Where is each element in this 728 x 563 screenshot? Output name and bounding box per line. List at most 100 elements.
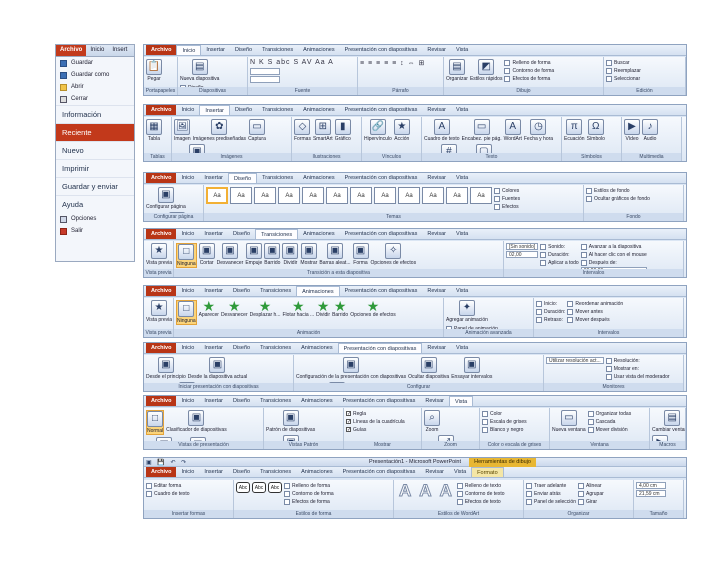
tab-transiciones[interactable]: Transiciones [255,343,296,353]
tab-vista[interactable]: Vista [451,173,473,183]
input-intervalos-0[interactable]: [Sin sonido] [506,243,539,250]
button-al-hacer-clic-con-el-mouse[interactable]: Al hacer clic con el mouse [580,251,647,258]
input-tamano-1[interactable]: 21,59 cm [636,490,666,497]
button-formas[interactable]: ◇ Formas [294,119,311,142]
button-panel-de-seleccion[interactable]: Panel de selección [526,498,576,505]
button-clasificador-de-diapositivas[interactable]: ▣ Clasificador de diapositivas [166,410,227,435]
button-desvanecer[interactable]: ▣ Desvanecer [217,243,243,268]
button-configurar-pagina[interactable]: ▣ Configurar página [146,187,186,210]
button-cortar[interactable]: ▣ Cortar [198,243,215,268]
tab-animaciones[interactable]: Animaciones [298,173,340,183]
checkbox-lineas-de-la-cuadricula[interactable]: ✓ Líneas de la cuadrícula [346,418,405,425]
button-relleno-de-forma[interactable]: Relleno de forma [504,59,554,66]
button-buscar[interactable]: Buscar [606,59,641,66]
button-colores[interactable]: Colores [494,187,520,194]
tab-animaciones[interactable]: Animaciones [296,396,338,406]
button-opciones-de-efectos[interactable]: ✧ Opciones de efectos [371,243,416,268]
button-desde-el-principio[interactable]: ▣ Desde el principio [146,357,186,380]
tab-vista[interactable]: Vista [449,396,474,406]
wordart-preset[interactable]: A [416,481,434,505]
format-glyph-row[interactable]: ≡ ≡ ≡ ≡ ≡ ↕ ⇔ ⊞ [360,59,425,67]
button-avanzar-a-la-diapositiva[interactable]: Avanzar a la diapositiva [580,243,647,250]
tab-revisar[interactable]: Revisar [422,229,451,239]
tab-revisar[interactable]: Revisar [420,467,449,477]
button-escala-de-grises[interactable]: Escala de grises [482,418,527,425]
button-aplicar-a-todo[interactable]: Aplicar a todo [540,259,579,266]
button-cambiar-ventanas[interactable]: ▤Cambiar ventanas [652,410,685,433]
button-efectos-de-forma[interactable]: Efectos de forma [504,75,554,82]
button-barrido[interactable]: ★ Barrido [332,299,348,325]
shape-style-preset[interactable]: Abc [268,482,282,493]
checkbox-guias[interactable]: ✓ Guías [346,426,405,433]
button-desplazar-h[interactable]: ★ Desplazar h... [250,299,281,325]
button-imagenes-predisenadas[interactable]: ✿ Imágenes prediseñadas [193,119,246,142]
backstage-section-informacion[interactable]: Información [56,105,134,123]
backstage-cmd-guardar[interactable]: Guardar [56,57,134,69]
wordart-preset[interactable]: A [396,481,414,505]
tab-insertar[interactable]: Insertar [199,286,228,296]
input-fuente-0[interactable] [250,68,280,75]
button-duracion[interactable]: Duración: [536,308,565,315]
button-fecha-y-hora[interactable]: ◷ Fecha y hora [524,119,553,142]
tab-inicio[interactable]: Inicio [176,173,199,183]
button-simbolo[interactable]: Ω Símbolo [587,119,605,142]
button-vista-previa[interactable]: ★ Vista previa [146,300,172,323]
button-empuje[interactable]: ▣ Empuje [245,243,262,268]
button-opciones-de-efectos[interactable]: ★ Opciones de efectos [350,299,396,325]
tab-transiciones[interactable]: Transiciones [255,229,299,239]
button-contorno-de-texto[interactable]: Contorno de texto [456,490,505,497]
button-ninguna[interactable]: □ Ninguna [176,300,197,325]
input-monitores-0[interactable]: Utilizar resolución act... [546,357,604,364]
quick-access-toolbar[interactable]: ▣ 💾 ↶ ↷ [146,459,188,466]
button-ensayar-intervalos[interactable]: ▣ Ensayar intervalos [451,357,492,380]
tab-revisar[interactable]: Revisar [422,343,451,353]
backstage-cmd-salir[interactable]: Salir [56,225,134,237]
button-duracion[interactable]: Duración: [540,251,579,258]
tab-transiciones[interactable]: Transiciones [257,105,298,115]
tab-archivo[interactable]: Archivo [146,173,177,183]
tab-diseno[interactable]: Diseño [228,467,255,477]
tab-animaciones[interactable]: Animaciones [296,286,340,296]
button-audio[interactable]: ♪ Audio [642,119,658,142]
tab-revisar[interactable]: Revisar [420,396,449,406]
button-ninguna[interactable]: □ Ninguna [176,243,197,268]
tab-animaciones[interactable]: Animaciones [298,45,340,55]
button-reordenar-animacion[interactable]: Reordenar animación [567,300,623,307]
theme-thumbnail[interactable]: Aa [302,187,324,204]
tab-transiciones[interactable]: Transiciones [257,173,298,183]
button-tabla[interactable]: ▦ Tabla [146,119,162,142]
backstage-cmd-cerrar[interactable]: Cerrar [56,93,134,105]
backstage-cmd-abrir[interactable]: Abrir [56,81,134,93]
tab-insertar[interactable]: Insertar [199,173,228,183]
tab-inicio[interactable]: Inicio [176,105,199,115]
tab-animaciones[interactable]: Animaciones [296,343,338,353]
tab-diseno[interactable]: Diseño [227,173,258,183]
backstage-section-nuevo[interactable]: Nuevo [56,141,134,159]
tab-insertar[interactable]: Insertar [199,467,228,477]
theme-thumbnail[interactable]: Aa [398,187,420,204]
tab-inicio[interactable]: Inicio [176,343,199,353]
tab-presentacion-con-diapositivas[interactable]: Presentación con diapositivas [340,105,423,115]
button-color[interactable]: Color [482,410,527,417]
input-tamano-0[interactable]: 4,00 cm [636,482,666,489]
tab-diseno[interactable]: Diseño [230,105,257,115]
tab-revisar[interactable]: Revisar [422,173,451,183]
tab-vista[interactable]: Vista [449,467,471,477]
button-configuracion-de-la-presentacion-con-diapositivas[interactable]: ▣ Configuración de la presentación con di… [296,357,406,380]
button-ecuacion[interactable]: π Ecuación [564,119,585,142]
tab-archivo[interactable]: Archivo [146,343,177,353]
button-mover-antes[interactable]: Mover antes [567,308,623,315]
button-relleno-de-forma[interactable]: Relleno de forma [284,482,334,489]
tab-animaciones[interactable]: Animaciones [298,229,340,239]
tab-archivo[interactable]: Archivo [146,229,177,239]
button-alinear[interactable]: Alinear [577,482,604,489]
tab-animaciones[interactable]: Animaciones [298,105,340,115]
tab-presentacion-con-diapositivas[interactable]: Presentación con diapositivas [340,229,423,239]
button-dividir[interactable]: ★ Dividir [316,299,330,325]
tab-archivo[interactable]: Archivo [146,45,177,55]
tab-presentacion-con-diapositivas[interactable]: Presentación con diapositivas [340,45,423,55]
tab-diseno[interactable]: Diseño [228,343,255,353]
tab-insertar[interactable]: Insertar [199,229,228,239]
tab-archivo[interactable]: Archivo [56,45,87,56]
theme-thumbnail[interactable]: Aa [446,187,468,204]
